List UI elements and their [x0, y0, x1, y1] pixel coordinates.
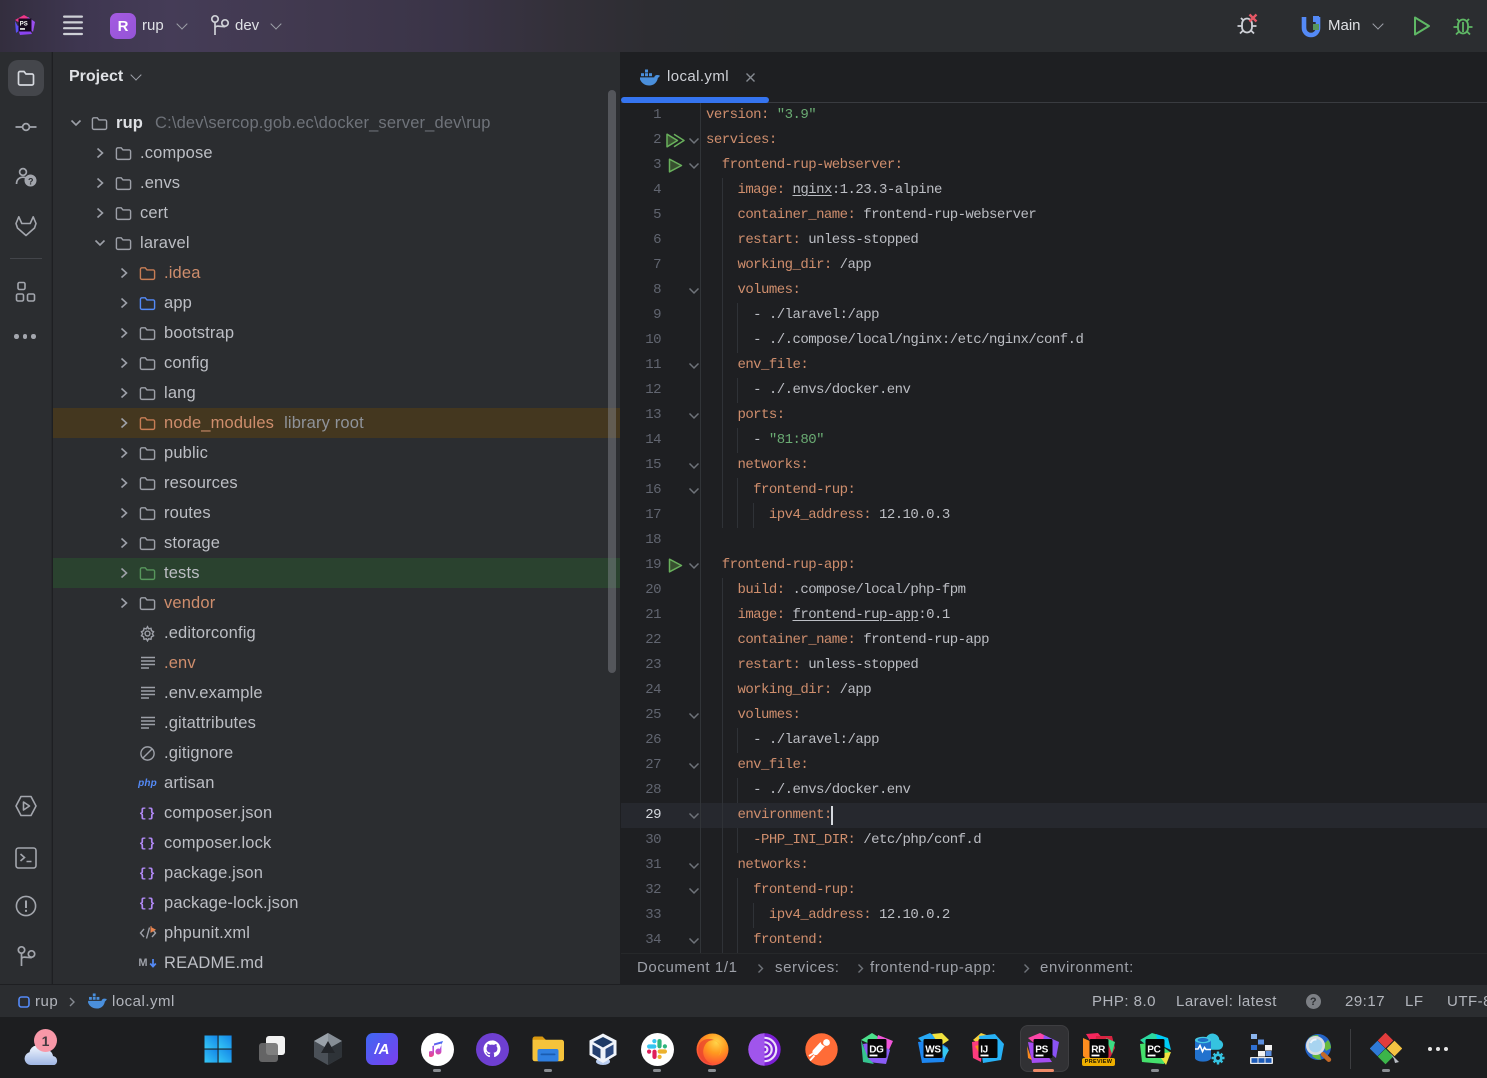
svg-text:PS: PS: [20, 21, 28, 27]
svg-text:PC: PC: [1147, 1044, 1160, 1055]
svg-text:IJ: IJ: [980, 1044, 988, 1055]
svg-text:PS: PS: [1035, 1044, 1048, 1055]
svg-text:RR: RR: [1091, 1044, 1106, 1055]
svg-text:DG: DG: [869, 1044, 884, 1055]
svg-text:?: ?: [28, 177, 34, 187]
svg-text:WS: WS: [925, 1044, 941, 1055]
